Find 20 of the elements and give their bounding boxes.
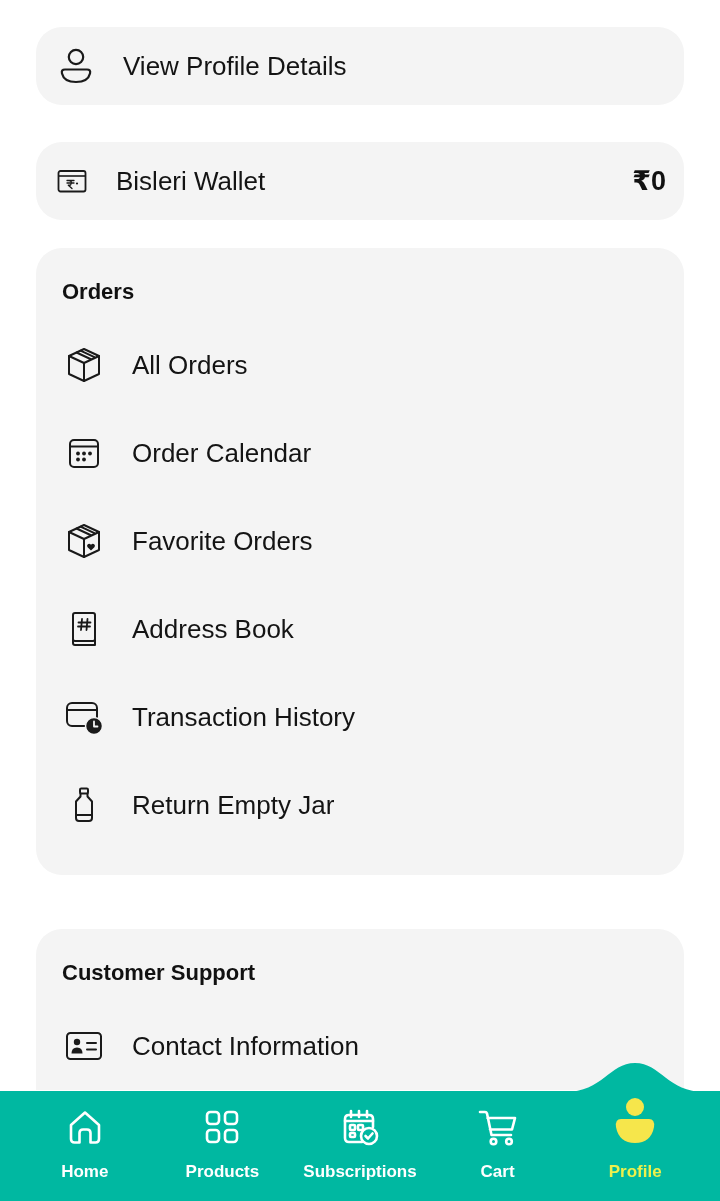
menu-item[interactable]: Transaction History bbox=[36, 673, 684, 761]
book-icon bbox=[69, 611, 99, 647]
menu-item[interactable]: Contact Information bbox=[36, 1002, 684, 1090]
section-title: Orders bbox=[61, 279, 136, 305]
menu-item[interactable]: Address Book bbox=[36, 585, 684, 673]
menu-item[interactable]: Favorite Orders bbox=[36, 497, 684, 585]
card-clock-icon bbox=[65, 699, 103, 735]
person-icon bbox=[60, 48, 92, 84]
wallet-icon bbox=[57, 169, 87, 193]
contact-card-icon bbox=[65, 1030, 103, 1062]
wallet-balance: ₹0 bbox=[632, 165, 666, 197]
menu-item[interactable]: Return Empty Jar bbox=[36, 761, 684, 849]
box-heart-icon bbox=[66, 523, 102, 559]
box-icon bbox=[66, 347, 102, 383]
section-title: Customer Support bbox=[61, 960, 257, 986]
bottle-icon bbox=[72, 787, 96, 823]
wallet-button[interactable]: Bisleri Wallet ₹0 bbox=[36, 142, 684, 220]
profile-details-button[interactable]: View Profile Details bbox=[36, 27, 684, 105]
menu-item[interactable]: Order Calendar bbox=[36, 409, 684, 497]
menu-item[interactable]: All Orders bbox=[36, 321, 684, 409]
